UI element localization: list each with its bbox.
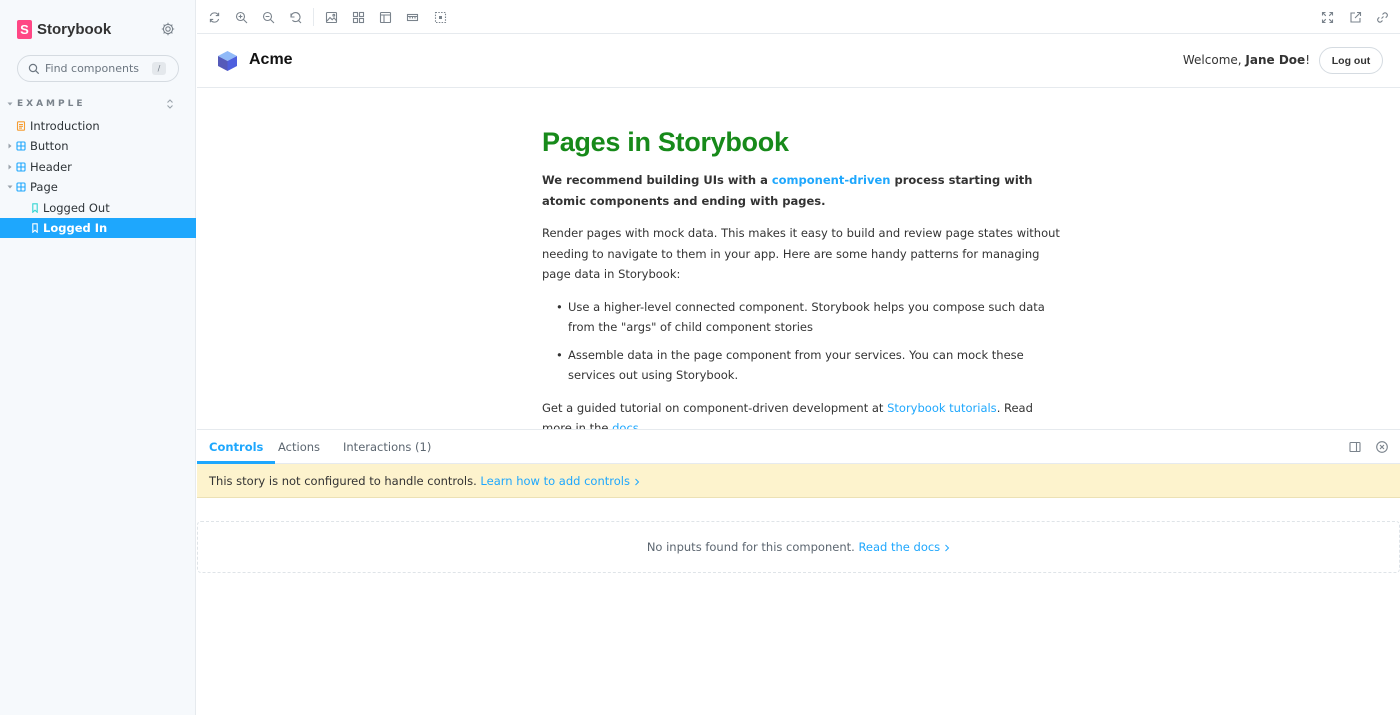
storybook-mark-icon: S: [17, 19, 32, 39]
welcome-message: Welcome, Jane Doe!: [1183, 53, 1310, 67]
background-image-icon[interactable]: [323, 9, 339, 25]
zoom-reset-icon[interactable]: [287, 9, 303, 25]
lead-text-before: We recommend building UIs with a: [542, 173, 772, 187]
group-title: EXAMPLE: [17, 99, 86, 109]
user-name: Jane Doe: [1245, 53, 1306, 67]
acme-cube-logo-icon: [217, 50, 238, 72]
chevron-right-icon: [634, 478, 640, 486]
close-panel-icon[interactable]: [1375, 440, 1389, 454]
read-docs-link-label: Read the docs: [858, 540, 941, 554]
caret-right-icon: [7, 164, 13, 170]
tab-actions[interactable]: Actions: [278, 430, 320, 464]
bullet-icon: •: [556, 299, 563, 314]
toolbar-divider: [313, 8, 314, 26]
zoom-in-icon[interactable]: [233, 9, 249, 25]
brand-name: Storybook: [37, 20, 112, 38]
zoom-out-icon[interactable]: [260, 9, 276, 25]
grid-icon[interactable]: [350, 9, 366, 25]
search-icon: [28, 63, 40, 75]
storybook-tutorials-link[interactable]: Storybook tutorials: [887, 401, 997, 415]
sidebar-item-header[interactable]: Header: [0, 157, 196, 177]
outline-icon[interactable]: [432, 9, 448, 25]
caret-right-icon: [7, 143, 13, 149]
patterns-list: • Use a higher-level connected component.…: [542, 297, 1062, 386]
read-docs-link[interactable]: Read the docs: [858, 540, 950, 554]
learn-controls-link-label: Learn how to add controls: [480, 474, 630, 488]
page-content: Pages in Storybook We recommend building…: [542, 124, 1062, 429]
tab-interactions[interactable]: Interactions (1): [343, 430, 431, 464]
welcome-suffix: !: [1305, 53, 1310, 67]
component-icon: [16, 162, 26, 172]
copy-link-icon[interactable]: [1374, 9, 1390, 25]
docs-link[interactable]: docs: [612, 421, 639, 429]
list-item: • Assemble data in the page component fro…: [556, 345, 1062, 386]
tutorial-text-before: Get a guided tutorial on component-drive…: [542, 400, 888, 415]
body-paragraph: Render pages with mock data. This makes …: [542, 226, 1060, 281]
sidebar-item-logged-out[interactable]: Logged Out: [0, 198, 196, 218]
panel-orientation-icon[interactable]: [1348, 440, 1362, 454]
sidebar-item-button[interactable]: Button: [0, 136, 196, 156]
lead-paragraph: We recommend building UIs with a compone…: [542, 170, 1062, 211]
list-item-text: Assemble data in the page component from…: [568, 347, 1024, 383]
controls-notice: This story is not configured to handle c…: [197, 464, 1400, 498]
measure-icon[interactable]: [404, 9, 420, 25]
group-header[interactable]: EXAMPLE: [0, 98, 196, 112]
fullscreen-icon[interactable]: [1319, 9, 1335, 25]
empty-controls-state: No inputs found for this component. Read…: [197, 521, 1400, 573]
search-input[interactable]: [45, 62, 155, 75]
search-shortcut-key: /: [152, 62, 166, 75]
sidebar-item-label: Logged Out: [43, 201, 110, 215]
acme-header: Acme Welcome, Jane Doe! Log out: [197, 34, 1400, 88]
sidebar: S Storybook / EXAMPLE Introdu: [0, 0, 196, 715]
canvas-toolbar: [197, 0, 1400, 34]
settings-gear-icon[interactable]: [160, 21, 176, 37]
bullet-icon: •: [556, 347, 563, 362]
open-new-tab-icon[interactable]: [1347, 9, 1363, 25]
bookmark-icon: [30, 223, 40, 233]
tab-controls[interactable]: Controls: [197, 430, 276, 464]
sidebar-item-label: Page: [30, 180, 58, 194]
sidebar-item-page[interactable]: Page: [0, 177, 196, 197]
expand-collapse-icon[interactable]: [165, 98, 175, 110]
sidebar-item-logged-in[interactable]: Logged In: [0, 218, 196, 238]
caret-down-icon: [7, 184, 13, 190]
bookmark-icon: [30, 203, 40, 213]
empty-text: No inputs found for this component.: [646, 540, 859, 554]
sidebar-item-introduction[interactable]: Introduction: [0, 116, 196, 136]
list-item-text: Use a higher-level connected component. …: [568, 299, 1045, 335]
storybook-logo[interactable]: S Storybook: [17, 19, 111, 39]
document-icon: [16, 121, 26, 131]
tree-group-example: EXAMPLE: [0, 98, 196, 112]
tutorial-paragraph: Get a guided tutorial on component-drive…: [542, 398, 1062, 430]
viewport-icon[interactable]: [377, 9, 393, 25]
sidebar-item-label: Button: [30, 139, 69, 153]
addons-tabbar: Controls Actions Interactions (1): [197, 430, 1400, 464]
sidebar-item-label: Introduction: [30, 119, 100, 133]
component-driven-link[interactable]: component-driven: [772, 173, 891, 187]
reload-icon[interactable]: [206, 9, 222, 25]
log-out-button[interactable]: Log out: [1319, 47, 1383, 74]
addons-panel: Controls Actions Interactions (1) This s…: [197, 429, 1400, 715]
app-title: Acme: [249, 51, 293, 68]
notice-text: This story is not configured to handle c…: [209, 474, 481, 488]
caret-down-icon: [7, 101, 13, 107]
component-icon: [16, 182, 26, 192]
page-title: Pages in Storybook: [542, 127, 789, 157]
tutorial-text-after: .: [638, 421, 643, 429]
list-item: • Use a higher-level connected component.…: [556, 297, 1062, 338]
learn-controls-link[interactable]: Learn how to add controls: [480, 474, 640, 488]
sidebar-item-label: Header: [30, 160, 72, 174]
chevron-right-icon: [944, 544, 950, 552]
welcome-prefix: Welcome,: [1182, 53, 1246, 67]
sidebar-item-label: Logged In: [43, 221, 108, 235]
search-box[interactable]: /: [17, 55, 179, 82]
story-preview: Acme Welcome, Jane Doe! Log out Pages in…: [197, 34, 1400, 429]
component-icon: [16, 141, 26, 151]
